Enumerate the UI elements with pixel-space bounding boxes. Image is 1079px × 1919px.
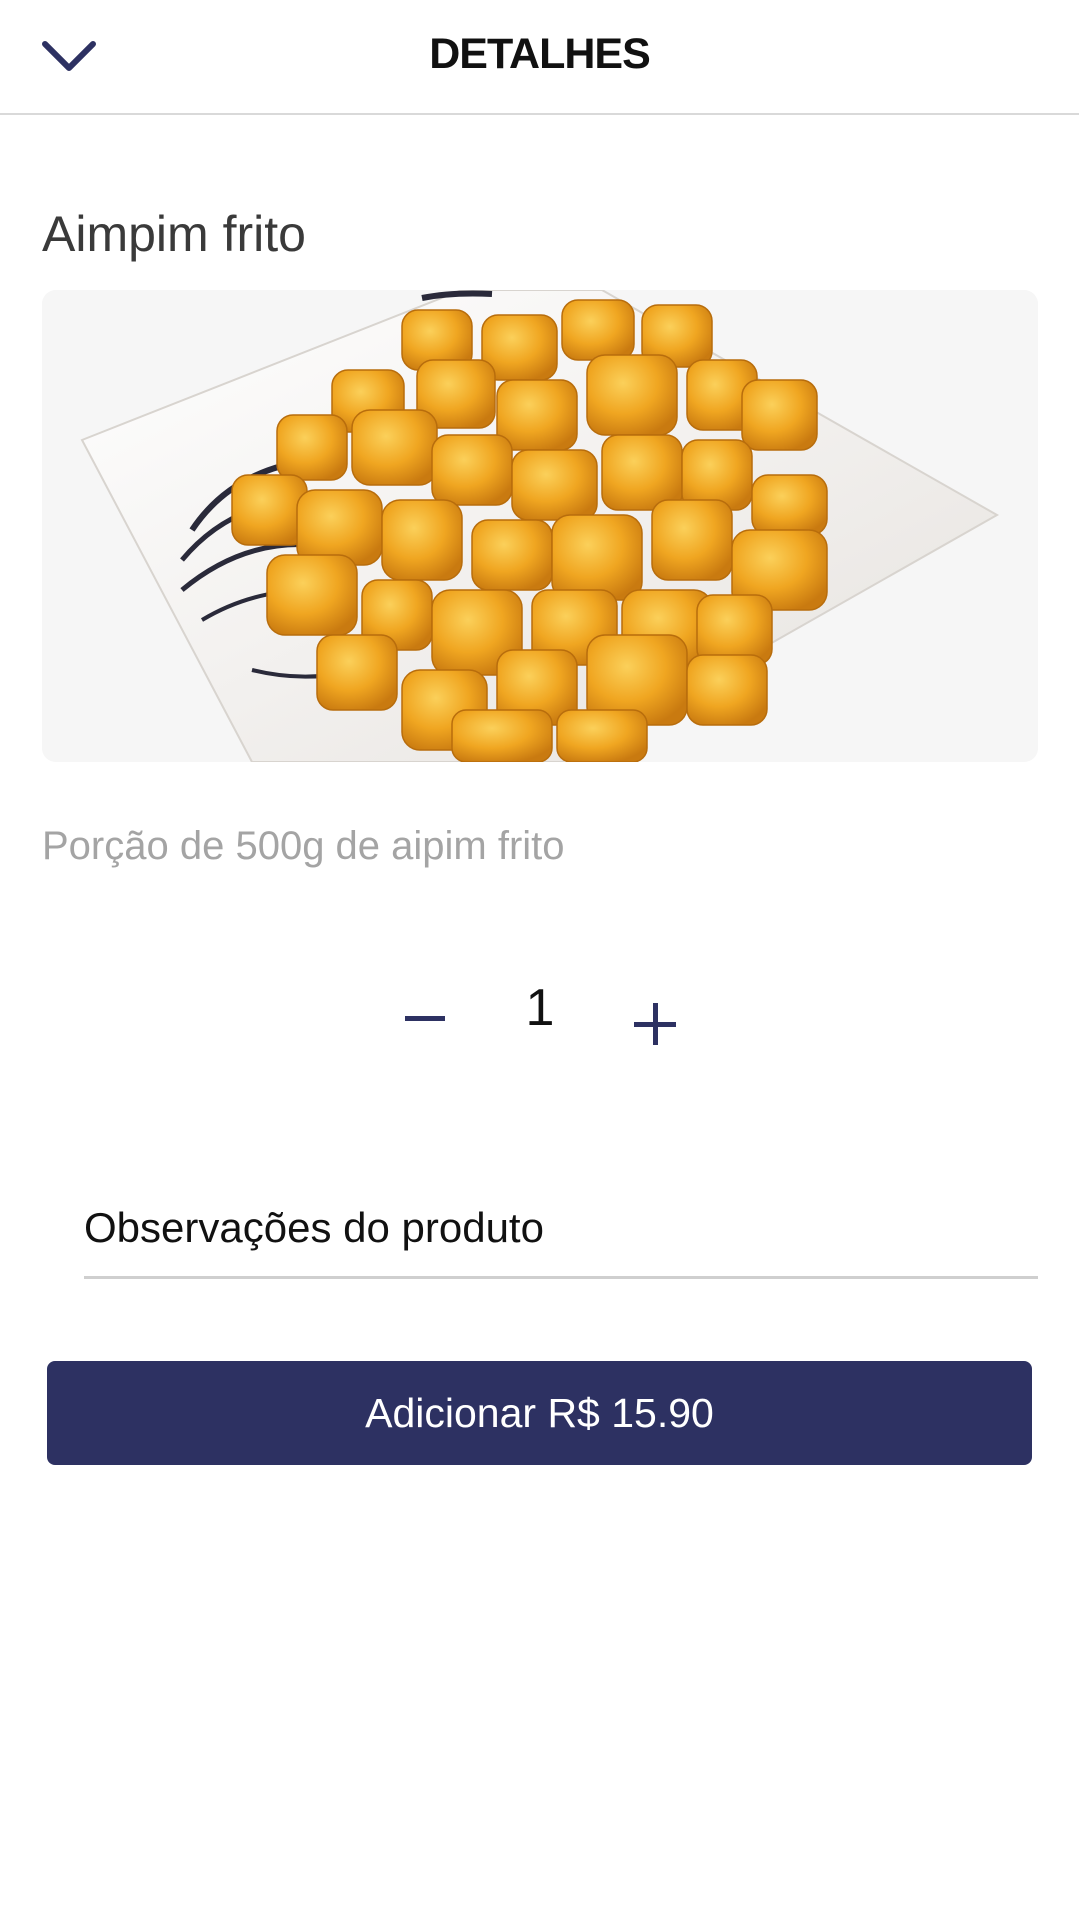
add-to-cart-button[interactable]: Adicionar R$ 15.90 [47, 1361, 1032, 1465]
quantity-value: 1 [525, 979, 555, 1037]
product-image [42, 290, 1038, 762]
product-notes-input[interactable] [84, 1180, 1038, 1279]
product-description: Porção de 500g de aipim frito [42, 824, 565, 868]
quantity-decrease-button[interactable] [395, 990, 455, 1050]
plus-icon [634, 1003, 676, 1045]
product-photo [42, 290, 1038, 762]
header-bar: DETALHES [0, 0, 1079, 115]
product-name: Aimpim frito [42, 206, 306, 262]
minus-icon [405, 1016, 445, 1021]
page-title: DETALHES [429, 30, 651, 78]
quantity-increase-button[interactable] [625, 994, 685, 1054]
